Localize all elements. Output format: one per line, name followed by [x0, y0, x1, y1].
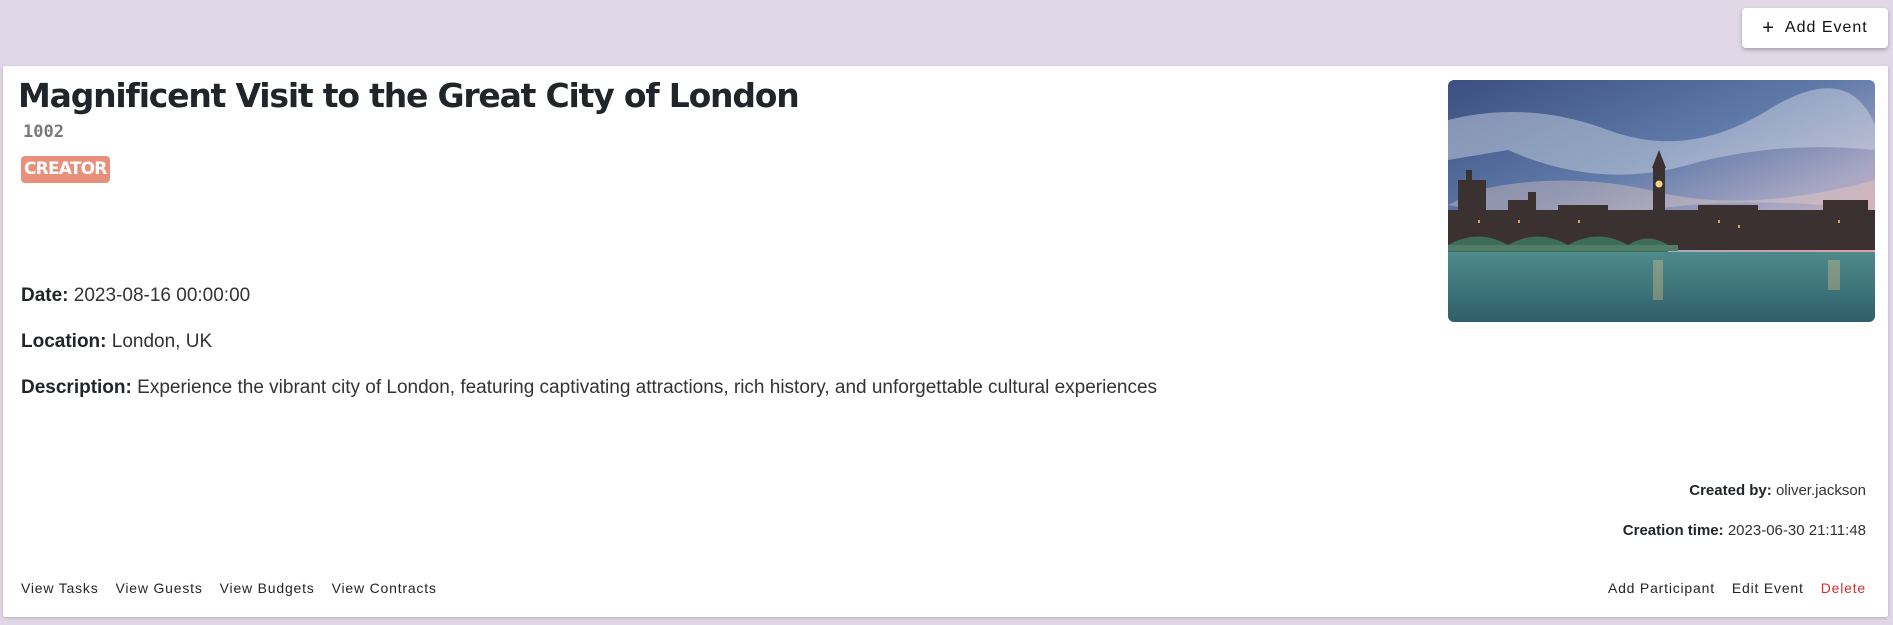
description-value: Experience the vibrant city of London, f…	[137, 377, 1158, 398]
edit-event-button[interactable]: Edit Event	[1732, 580, 1804, 596]
event-image	[1448, 80, 1875, 322]
date-value: 2023-08-16 00:00:00	[73, 285, 251, 306]
created-by-value: oliver.jackson	[1775, 482, 1866, 499]
date-field: Date: 2023-08-16 00:00:00	[21, 285, 250, 307]
add-event-label: Add Event	[1784, 19, 1868, 36]
description-label: Description:	[21, 377, 132, 398]
creation-time: Creation time: 2023-06-30 21:11:48	[1623, 522, 1866, 539]
view-tasks-button[interactable]: View Tasks	[21, 580, 99, 596]
creation-time-label: Creation time:	[1622, 522, 1724, 539]
location-field: Location: London, UK	[21, 331, 212, 353]
description-field: Description: Experience the vibrant city…	[21, 377, 1157, 399]
add-event-button[interactable]: + Add Event	[1742, 8, 1888, 48]
card-actions-left: View Tasks View Guests View Budgets View…	[21, 580, 437, 596]
view-budgets-button[interactable]: View Budgets	[220, 580, 315, 596]
card-actions-right: Add Participant Edit Event Delete	[1608, 580, 1866, 596]
event-card: Magnificent Visit to the Great City of L…	[3, 66, 1888, 617]
created-by: Created by: oliver.jackson	[1689, 482, 1866, 499]
location-label: Location:	[21, 331, 107, 352]
view-guests-button[interactable]: View Guests	[116, 580, 203, 596]
event-title: Magnificent Visit to the Great City of L…	[18, 76, 800, 115]
role-badge: CREATOR	[21, 156, 110, 183]
created-by-label: Created by:	[1689, 482, 1772, 499]
top-toolbar: + Add Event	[0, 0, 1893, 64]
view-contracts-button[interactable]: View Contracts	[332, 580, 437, 596]
delete-button[interactable]: Delete	[1821, 580, 1866, 596]
plus-icon: +	[1762, 17, 1775, 39]
add-participant-button[interactable]: Add Participant	[1608, 580, 1715, 596]
date-label: Date:	[21, 285, 69, 306]
creation-time-value: 2023-06-30 21:11:48	[1727, 522, 1866, 539]
location-value: London, UK	[111, 331, 213, 352]
event-id: 1002	[23, 122, 64, 142]
